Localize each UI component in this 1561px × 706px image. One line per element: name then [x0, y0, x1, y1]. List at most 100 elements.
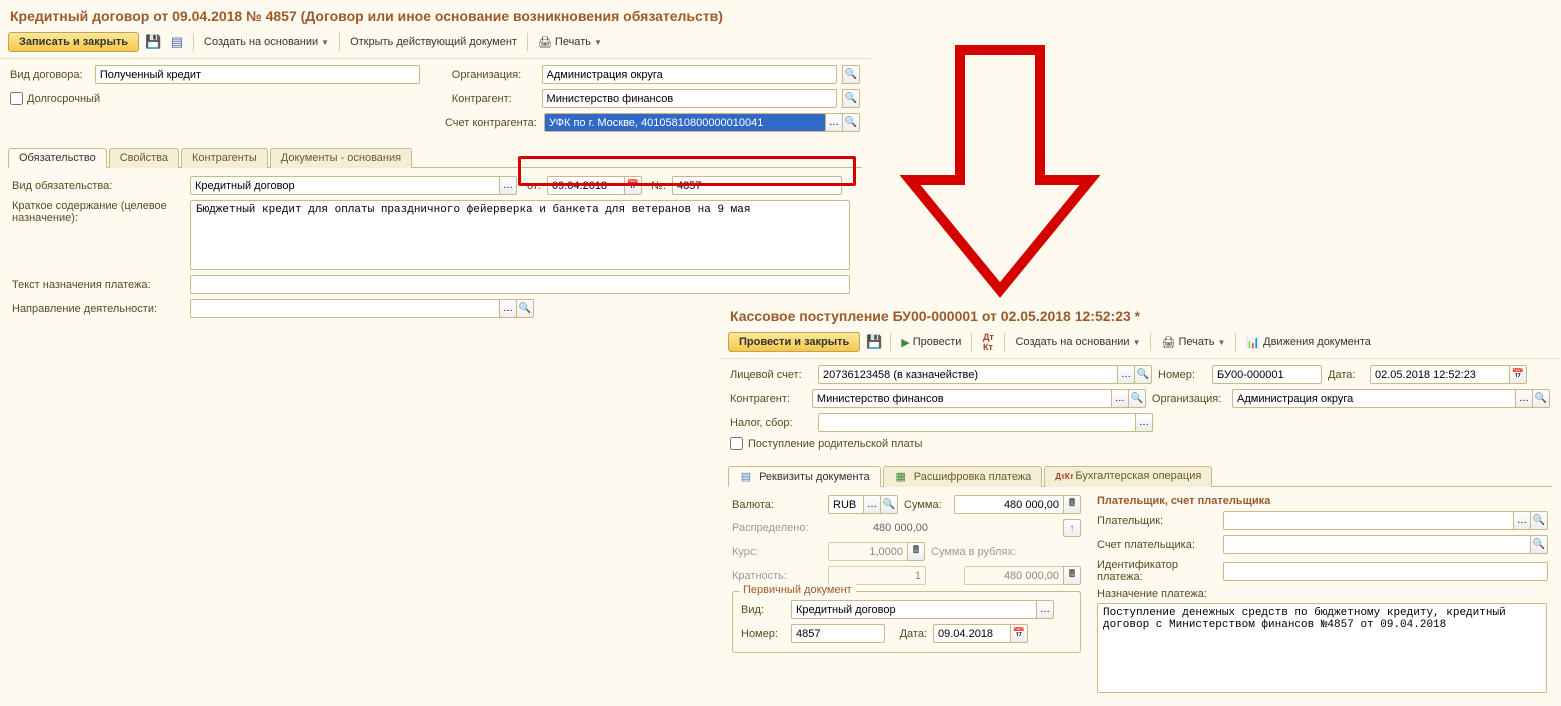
purpose-label: Назначение платежа: [1097, 588, 1207, 600]
lookup-icon[interactable]: 🔍 [516, 299, 534, 318]
pd-date-input[interactable] [933, 624, 1011, 643]
more-icon[interactable]: … [1515, 389, 1533, 408]
payment-id-input[interactable] [1223, 562, 1548, 581]
create-based-menu[interactable]: Создать на основании ▼ [1011, 333, 1144, 351]
calendar-icon[interactable]: 📅 [1010, 624, 1028, 643]
calculator-icon[interactable]: 🖩 [1063, 495, 1081, 514]
account-input[interactable] [818, 365, 1118, 384]
activity-input[interactable] [190, 299, 500, 318]
activity-label: Направление деятельности: [12, 303, 184, 315]
toolbar-separator [1235, 333, 1236, 351]
more-icon[interactable]: … [1135, 413, 1153, 432]
lookup-icon[interactable]: 🔍 [1530, 511, 1548, 530]
number-input[interactable] [1212, 365, 1322, 384]
tab-requisites[interactable]: ▤ Реквизиты документа [728, 466, 881, 487]
date-input[interactable] [1370, 365, 1510, 384]
contract-type-input[interactable] [95, 65, 420, 84]
tab-obligation[interactable]: Обязательство [8, 148, 107, 168]
parent-pay-label: Поступление родительской платы [748, 438, 922, 450]
tab-properties[interactable]: Свойства [109, 148, 179, 168]
long-term-checkbox[interactable] [10, 92, 23, 105]
lookup-icon[interactable]: 🔍 [842, 89, 860, 108]
lookup-icon[interactable]: 🔍 [842, 65, 860, 84]
lookup-icon[interactable]: 🔍 [1134, 365, 1152, 384]
payment-id-label: Идентификатор платежа: [1097, 559, 1217, 583]
arrow-up-icon[interactable]: ↑ [1063, 519, 1081, 537]
more-icon[interactable]: … [1513, 511, 1531, 530]
lookup-icon[interactable]: 🔍 [1530, 535, 1548, 554]
calendar-icon[interactable]: 📅 [1509, 365, 1527, 384]
obligation-type-label: Вид обязательства: [12, 180, 184, 192]
open-active-doc-link[interactable]: Открыть действующий документ [346, 33, 521, 51]
organization-input[interactable] [1232, 389, 1516, 408]
obligation-date-input[interactable] [547, 176, 625, 195]
obligation-type-input[interactable] [190, 176, 500, 195]
obligation-number-input[interactable] [672, 176, 842, 195]
lookup-icon[interactable]: 🔍 [1128, 389, 1146, 408]
list-icon[interactable]: ▤ [167, 32, 187, 52]
save-close-button[interactable]: Записать и закрыть [8, 32, 139, 52]
movements-link[interactable]: 📊 Движения документа [1242, 333, 1375, 352]
currency-input[interactable] [828, 495, 864, 514]
form-title: Кассовое поступление БУ00-000001 от 02.0… [720, 300, 1560, 330]
counterparty-input[interactable] [542, 89, 838, 108]
organization-input[interactable] [542, 65, 838, 84]
print-menu[interactable]: 🖨 Печать ▼ [1157, 333, 1229, 352]
create-based-menu[interactable]: Создать на основании ▼ [200, 33, 333, 51]
dtkt-icon: ДтКт [1055, 472, 1069, 481]
save-icon[interactable]: 💾 [143, 32, 163, 52]
parent-pay-checkbox[interactable] [730, 437, 743, 450]
tabs: Обязательство Свойства Контрагенты Докум… [8, 147, 862, 168]
primary-doc-fieldset: Первичный документ Вид: … Номер: Дата: 📅 [732, 591, 1081, 653]
dtkt-icon[interactable]: ДтКт [978, 332, 998, 352]
payment-text-input[interactable] [190, 275, 850, 294]
currency-label: Валюта: [732, 499, 822, 511]
tab-basis-docs[interactable]: Документы - основания [270, 148, 412, 168]
sum-input[interactable] [954, 495, 1064, 514]
create-based-label: Создать на основании [1015, 336, 1129, 348]
pd-num-input[interactable] [791, 624, 885, 643]
tab-payment-details[interactable]: ▦ Расшифровка платежа [883, 466, 1043, 487]
lookup-icon[interactable]: 🔍 [842, 113, 860, 132]
allocated-label: Распределено: [732, 522, 822, 534]
allocated-value: 480 000,00 [828, 522, 928, 534]
toolbar-separator [890, 333, 891, 351]
cp-account-label: Счет контрагента: [445, 117, 538, 129]
more-icon[interactable]: … [1111, 389, 1129, 408]
number-label: Номер: [1158, 369, 1206, 381]
pd-type-input[interactable] [791, 600, 1037, 619]
print-label: Печать [1178, 336, 1214, 348]
chevron-down-icon: ▼ [1218, 338, 1226, 347]
lookup-icon[interactable]: 🔍 [880, 495, 898, 514]
summary-textarea[interactable] [190, 200, 850, 270]
more-icon[interactable]: … [1036, 600, 1054, 619]
more-icon[interactable]: … [499, 299, 517, 318]
list-icon: ▦ [894, 470, 908, 483]
tabs: ▤ Реквизиты документа ▦ Расшифровка плат… [728, 465, 1552, 487]
post-button[interactable]: ▶ Провести [897, 333, 965, 352]
mult-label: Кратность: [732, 570, 822, 582]
more-icon[interactable]: … [825, 113, 843, 132]
calendar-icon[interactable]: 📅 [624, 176, 642, 195]
tab-accounting[interactable]: ДтКт Бухгалтерская операция [1044, 466, 1212, 487]
purpose-textarea[interactable] [1097, 603, 1547, 693]
toolbar: Провести и закрыть 💾 ▶ Провести ДтКт Соз… [720, 330, 1560, 359]
more-icon[interactable]: … [1117, 365, 1135, 384]
printer-icon: 🖨 [1161, 336, 1175, 349]
sum-label: Сумма: [904, 499, 948, 511]
tax-input[interactable] [818, 413, 1136, 432]
lookup-icon[interactable]: 🔍 [1532, 389, 1550, 408]
more-icon[interactable]: … [863, 495, 881, 514]
calculator-icon[interactable]: 🖩 [907, 542, 925, 561]
payer-input[interactable] [1223, 511, 1514, 530]
cp-account-input[interactable] [544, 113, 826, 132]
tab-counterparties[interactable]: Контрагенты [181, 148, 268, 168]
counterparty-input[interactable] [812, 389, 1112, 408]
payer-acc-input[interactable] [1223, 535, 1531, 554]
print-menu[interactable]: 🖨 Печать ▼ [534, 33, 606, 52]
tab-label: Реквизиты документа [759, 471, 870, 483]
calculator-icon[interactable]: 🖩 [1063, 566, 1081, 585]
more-icon[interactable]: … [499, 176, 517, 195]
post-close-button[interactable]: Провести и закрыть [728, 332, 860, 352]
save-icon[interactable]: 💾 [864, 332, 884, 352]
